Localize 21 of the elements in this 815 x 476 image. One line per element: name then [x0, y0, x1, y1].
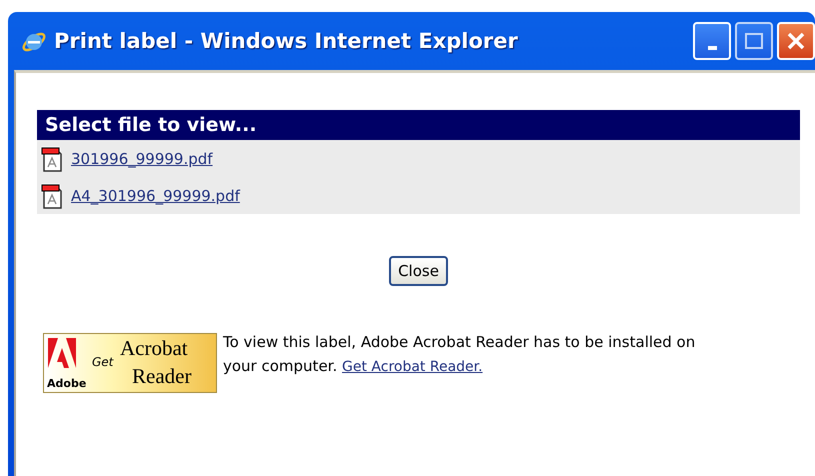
minimize-icon — [708, 46, 716, 50]
badge-get: Get — [92, 356, 114, 368]
get-reader-badge[interactable]: Adobe Get Acrobat Reader — [43, 333, 217, 393]
close-window-button[interactable] — [777, 22, 815, 60]
adobe-logo-icon — [48, 338, 76, 368]
close-icon — [786, 31, 806, 51]
window-title: Print label - Windows Internet Explorer — [54, 29, 519, 53]
pdf-file-icon — [41, 182, 63, 208]
pdf-file-icon — [41, 146, 63, 172]
close-button[interactable]: Close — [389, 256, 448, 286]
badge-product: Acrobat — [120, 338, 188, 359]
file-link[interactable]: 301996_99999.pdf — [71, 150, 213, 168]
maximize-icon — [744, 32, 764, 50]
file-list-heading: Select file to view... — [37, 110, 800, 140]
maximize-button[interactable] — [735, 22, 773, 60]
get-reader-link[interactable]: Get Acrobat Reader. — [342, 359, 483, 375]
install-notice: To view this label, Adobe Acrobat Reader has to be installed on your computer. Get Acrobat Reader. — [223, 332, 696, 377]
badge-brand: Adobe — [47, 378, 86, 389]
badge-product: Reader — [132, 366, 192, 387]
minimize-button[interactable] — [693, 22, 731, 60]
file-link[interactable]: A4_301996_99999.pdf — [71, 186, 240, 204]
